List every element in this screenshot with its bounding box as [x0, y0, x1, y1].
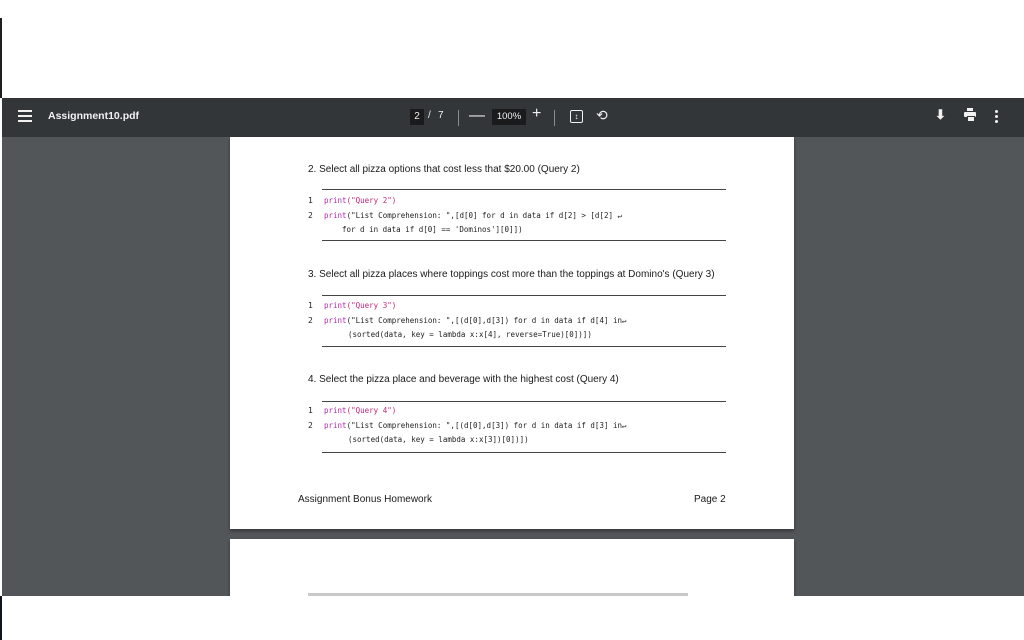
- zoom-level-input[interactable]: 100%: [492, 109, 526, 125]
- browser-bottom-area: [0, 596, 1024, 640]
- page-number-input[interactable]: 2: [410, 109, 424, 125]
- page-footer-number: Page 2: [694, 494, 726, 505]
- toolbar-divider: [554, 110, 555, 126]
- code-keyword: print: [324, 211, 347, 220]
- code-keyword: print: [324, 196, 347, 205]
- code-argument: ("Query 4"): [346, 406, 397, 415]
- pdf-page-2: 2. Select all pizza options that cost le…: [230, 137, 794, 529]
- code-line-3: for d in data if d[0] == 'Dominos'][0]]): [342, 225, 523, 234]
- code-line-3: (sorted(data, key = lambda x:x[3])[0])]): [348, 435, 529, 444]
- code-keyword: print: [324, 316, 347, 325]
- question-2-heading: 2. Select all pizza options that cost le…: [308, 164, 580, 175]
- pdf-viewer: Assignment10.pdf 2 / 7 — 100% + ↕ ⟲ ⬇ 2.…: [2, 98, 1024, 596]
- more-options-icon[interactable]: [995, 110, 998, 125]
- line-number: 2: [308, 421, 313, 430]
- print-icon[interactable]: [964, 108, 976, 122]
- zoom-out-button[interactable]: —: [469, 107, 485, 125]
- question-3-heading: 3. Select all pizza places where topping…: [308, 269, 715, 280]
- code-argument: ("Query 3"): [346, 301, 397, 310]
- rotate-icon[interactable]: ⟲: [596, 107, 608, 124]
- code-line-2: print("List Comprehension: ",[(d[0],d[3]…: [324, 421, 627, 430]
- line-number: 1: [308, 196, 313, 205]
- fit-page-icon[interactable]: ↕: [570, 110, 583, 123]
- code-keyword: print: [324, 421, 347, 430]
- window-edge: [0, 18, 2, 98]
- question-4-heading: 4. Select the pizza place and beverage w…: [308, 374, 619, 385]
- zoom-in-button[interactable]: +: [532, 105, 541, 123]
- line-number: 1: [308, 301, 313, 310]
- code-line-2: print("List Comprehension: ",[(d[0],d[3]…: [324, 316, 627, 325]
- browser-top-area: [0, 0, 1024, 98]
- code-line-1: print("Query 4"): [324, 406, 396, 415]
- pdf-toolbar: Assignment10.pdf 2 / 7 — 100% + ↕ ⟲ ⬇: [2, 98, 1024, 137]
- code-text: ("List Comprehension: ",[d[0] for d in d…: [346, 211, 623, 220]
- line-number: 2: [308, 211, 313, 220]
- code-line-1: print("Query 2"): [324, 196, 396, 205]
- toolbar-divider: [458, 110, 459, 126]
- page-footer-title: Assignment Bonus Homework: [298, 494, 432, 505]
- code-keyword: print: [324, 406, 347, 415]
- download-icon[interactable]: ⬇: [935, 107, 946, 123]
- line-number: 2: [308, 316, 313, 325]
- window-edge: [0, 596, 2, 640]
- page-total: 7: [438, 110, 444, 121]
- code-line-1: print("Query 3"): [324, 301, 396, 310]
- pdf-page-3: [230, 539, 794, 596]
- page-separator: /: [428, 110, 431, 121]
- file-title: Assignment10.pdf: [48, 110, 140, 122]
- code-keyword: print: [324, 301, 347, 310]
- code-text: ("List Comprehension: ",[(d[0],d[3]) for…: [346, 421, 627, 430]
- menu-icon[interactable]: [18, 110, 32, 124]
- code-text: ("List Comprehension: ",[(d[0],d[3]) for…: [346, 316, 627, 325]
- code-line-3: (sorted(data, key = lambda x:x[4], rever…: [348, 330, 592, 339]
- code-argument: ("Query 2"): [346, 196, 397, 205]
- code-line-2: print("List Comprehension: ",[d[0] for d…: [324, 211, 622, 220]
- line-number: 1: [308, 406, 313, 415]
